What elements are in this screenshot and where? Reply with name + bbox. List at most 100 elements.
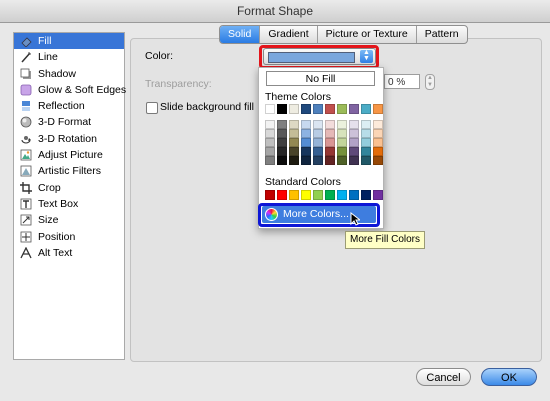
theme-shade-swatch[interactable]	[325, 147, 335, 156]
sidebar-item-alt-text[interactable]: Alt Text	[14, 245, 124, 261]
sidebar-item-shadow[interactable]: Shadow	[14, 66, 124, 82]
theme-shade-swatch[interactable]	[313, 138, 323, 147]
theme-color-swatch[interactable]	[289, 104, 299, 114]
theme-shade-swatch[interactable]	[265, 138, 275, 147]
standard-color-swatch[interactable]	[277, 190, 287, 200]
theme-shade-swatch[interactable]	[349, 120, 359, 129]
theme-color-swatch[interactable]	[277, 104, 287, 114]
standard-color-swatch[interactable]	[337, 190, 347, 200]
theme-shade-swatch[interactable]	[373, 138, 383, 147]
theme-shade-swatch[interactable]	[337, 129, 347, 138]
slide-background-fill-checkbox[interactable]	[146, 102, 158, 114]
tab-pattern[interactable]: Pattern	[415, 26, 467, 43]
theme-shade-swatch[interactable]	[325, 129, 335, 138]
sidebar-item-line[interactable]: Line	[14, 49, 124, 65]
theme-shade-swatch[interactable]	[349, 138, 359, 147]
sidebar-item-adjust-picture[interactable]: Adjust Picture	[14, 147, 124, 163]
standard-color-swatch[interactable]	[361, 190, 371, 200]
transparency-stepper[interactable]: ▲ ▼	[425, 74, 435, 90]
theme-shade-swatch[interactable]	[277, 156, 287, 165]
sidebar-item-fill[interactable]: Fill	[14, 33, 124, 50]
tab-solid[interactable]: Solid	[220, 26, 260, 43]
position-icon	[20, 231, 32, 242]
theme-shade-swatch[interactable]	[373, 156, 383, 165]
standard-color-swatch[interactable]	[313, 190, 323, 200]
theme-shade-swatch[interactable]	[289, 147, 299, 156]
theme-color-swatch[interactable]	[349, 104, 359, 114]
cancel-button[interactable]: Cancel	[416, 368, 471, 386]
sidebar-item-3-d-rotation[interactable]: 3-D Rotation	[14, 131, 124, 147]
sidebar-item-position[interactable]: Position	[14, 229, 124, 245]
theme-color-swatch[interactable]	[337, 104, 347, 114]
theme-shade-swatch[interactable]	[361, 129, 371, 138]
theme-shade-swatch[interactable]	[361, 138, 371, 147]
sidebar-item-glow-soft-edges[interactable]: Glow & Soft Edges	[14, 82, 126, 98]
theme-shade-swatch[interactable]	[325, 138, 335, 147]
theme-shade-swatch[interactable]	[289, 120, 299, 129]
standard-color-swatch[interactable]	[325, 190, 335, 200]
sidebar-item-label: Text Box	[38, 197, 79, 210]
theme-shade-swatch[interactable]	[301, 156, 311, 165]
theme-shade-swatch[interactable]	[361, 120, 371, 129]
theme-shade-swatch[interactable]	[349, 156, 359, 165]
theme-shade-swatch[interactable]	[337, 120, 347, 129]
theme-shade-swatch[interactable]	[361, 156, 371, 165]
more-colors-highlight	[258, 203, 380, 227]
theme-shade-swatch[interactable]	[301, 129, 311, 138]
theme-shade-swatch[interactable]	[325, 120, 335, 129]
theme-shade-swatch[interactable]	[277, 129, 287, 138]
theme-shade-swatch[interactable]	[265, 147, 275, 156]
sidebar-item-text-box[interactable]: Text Box	[14, 196, 124, 212]
theme-shade-swatch[interactable]	[289, 156, 299, 165]
theme-shade-swatch[interactable]	[337, 147, 347, 156]
theme-shade-swatch[interactable]	[325, 156, 335, 165]
theme-shade-swatch[interactable]	[313, 147, 323, 156]
theme-shade-swatch[interactable]	[265, 129, 275, 138]
no-fill-button[interactable]: No Fill	[266, 71, 375, 86]
theme-shade-swatch[interactable]	[313, 129, 323, 138]
theme-shade-swatch[interactable]	[313, 156, 323, 165]
theme-color-swatch[interactable]	[265, 104, 275, 114]
theme-shade-swatch[interactable]	[265, 120, 275, 129]
theme-color-swatch[interactable]	[361, 104, 371, 114]
theme-shade-swatch[interactable]	[313, 120, 323, 129]
standard-color-swatch[interactable]	[301, 190, 311, 200]
standard-color-swatch[interactable]	[373, 190, 383, 200]
theme-shade-swatch[interactable]	[373, 147, 383, 156]
theme-shade-swatch[interactable]	[301, 138, 311, 147]
theme-shade-swatch[interactable]	[289, 129, 299, 138]
sidebar-item-crop[interactable]: Crop	[14, 180, 124, 196]
theme-color-swatch[interactable]	[301, 104, 311, 114]
theme-shade-swatch[interactable]	[337, 138, 347, 147]
color-label: Color:	[145, 50, 174, 62]
theme-shade-swatch[interactable]	[373, 120, 383, 129]
standard-color-swatch[interactable]	[265, 190, 275, 200]
theme-color-swatch[interactable]	[313, 104, 323, 114]
theme-shade-swatch[interactable]	[265, 156, 275, 165]
sidebar-item-3-d-format[interactable]: 3-D Format	[14, 114, 124, 130]
theme-shade-column	[349, 120, 359, 165]
standard-color-swatch[interactable]	[349, 190, 359, 200]
sidebar-item-artistic-filters[interactable]: Artistic Filters	[14, 163, 124, 179]
theme-color-swatch[interactable]	[325, 104, 335, 114]
tab-gradient[interactable]: Gradient	[259, 26, 316, 43]
theme-shade-swatch[interactable]	[277, 147, 287, 156]
theme-shade-swatch[interactable]	[337, 156, 347, 165]
theme-shade-swatch[interactable]	[361, 147, 371, 156]
theme-shade-swatch[interactable]	[301, 147, 311, 156]
theme-shade-swatch[interactable]	[289, 138, 299, 147]
theme-shade-swatch[interactable]	[277, 138, 287, 147]
theme-shade-swatch[interactable]	[301, 120, 311, 129]
theme-shade-swatch[interactable]	[277, 120, 287, 129]
ok-button[interactable]: OK	[481, 368, 537, 386]
transparency-field[interactable]: 0 %	[384, 74, 420, 89]
theme-shade-swatch[interactable]	[349, 129, 359, 138]
theme-color-swatch[interactable]	[373, 104, 383, 114]
standard-color-swatch[interactable]	[289, 190, 299, 200]
theme-shade-swatch[interactable]	[349, 147, 359, 156]
artistic-filters-icon	[20, 165, 32, 177]
theme-shade-swatch[interactable]	[373, 129, 383, 138]
tab-picture-or-texture[interactable]: Picture or Texture	[316, 26, 416, 43]
sidebar-item-reflection[interactable]: Reflection	[14, 98, 124, 114]
sidebar-item-size[interactable]: Size	[14, 212, 124, 228]
